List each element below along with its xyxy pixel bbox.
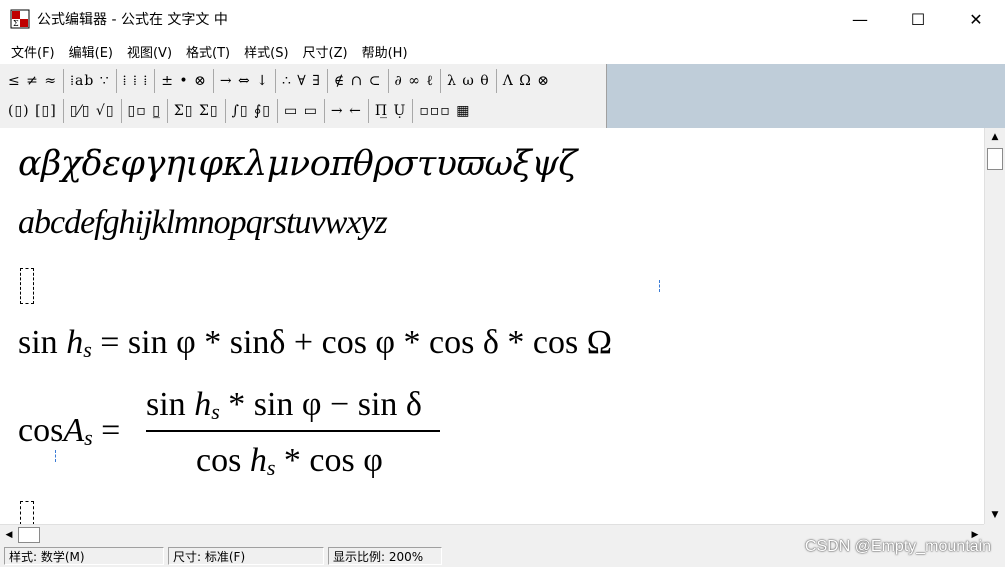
template-palette-row: (▯) [▯] ▯⁄▯ √▯ ▯▫ ▯̲ Σ▯ Σ▯ ∫▯ ∮▯ ▭ ▭ → ←… — [4, 97, 476, 125]
menu-help[interactable]: 帮助(H) — [355, 42, 415, 61]
greek-letters-line[interactable]: αβχδεφγηιφκλμνοπθρστυϖωξψζ — [18, 144, 577, 184]
menu-file[interactable]: 文件(F) — [4, 42, 62, 61]
eq1-right-side: = sin φ * sinδ + cos φ * cos δ * cos Ω — [100, 324, 612, 361]
window-controls: — ☐ ✕ — [831, 0, 1005, 38]
horizontal-scroll-thumb[interactable] — [18, 527, 40, 543]
fraction-radical-templates-button[interactable]: ▯⁄▯ √▯ — [62, 99, 121, 123]
empty-slot-placeholder[interactable] — [20, 268, 34, 304]
eq1-h: h — [66, 324, 84, 361]
misc-symbols-button[interactable]: ∂ ∞ ℓ — [387, 69, 441, 93]
eq2-numerator[interactable]: sin hs * sin φ − sin δ — [146, 386, 422, 425]
logical-symbols-button[interactable]: ∴ ∀ ∃ — [274, 69, 327, 93]
underbar-overbar-templates-button[interactable]: ▭ ▭ — [277, 99, 324, 123]
eq2-a: A — [63, 412, 85, 449]
maximize-button[interactable]: ☐ — [889, 0, 947, 38]
set-theory-symbols-button[interactable]: ∉ ∩ ⊂ — [326, 69, 388, 93]
latin-letters-line[interactable]: abcdefghijklmnopqrstuvwxyz — [18, 204, 388, 242]
status-size: 尺寸: 标准(F) — [168, 547, 324, 565]
app-icon[interactable]: Σ — [9, 8, 31, 30]
operator-symbols-button[interactable]: ± • ⊗ — [154, 69, 213, 93]
matrix-templates-button[interactable]: ▫▫▫ ▦ — [412, 99, 476, 123]
relational-symbols-button[interactable]: ≤ ≠ ≈ — [4, 69, 63, 93]
embellishments-button[interactable]: ⁞ ⁞ ⁞ — [115, 69, 155, 93]
scroll-up-arrow-icon[interactable]: ▲ — [985, 128, 1005, 146]
symbol-palette-row: ≤ ≠ ≈ ⁞ab ∵ ⁞ ⁞ ⁞ ± • ⊗ → ⇔ ↓ ∴ ∀ ∃ ∉ ∩ … — [4, 67, 556, 95]
empty-slot-placeholder[interactable] — [20, 501, 34, 524]
scroll-left-arrow-icon[interactable]: ◀ — [0, 525, 18, 545]
menu-bar: 文件(F) 编辑(E) 视图(V) 格式(T) 样式(S) 尺寸(Z) 帮助(H… — [0, 38, 1005, 64]
menu-style[interactable]: 样式(S) — [237, 42, 295, 61]
num-rest: * sin φ − sin δ — [228, 386, 422, 423]
toolbar-area: ≤ ≠ ≈ ⁞ab ∵ ⁞ ⁞ ⁞ ± • ⊗ → ⇔ ↓ ∴ ∀ ∃ ∉ ∩ … — [0, 64, 1005, 128]
equation-editor-canvas[interactable]: αβχδεφγηιφκλμνοπθρστυϖωξψζ abcdefghijklm… — [0, 128, 984, 524]
window-title: 公式编辑器 - 公式在 文字文 中 — [37, 12, 228, 28]
greek-lowercase-button[interactable]: λ ω θ — [440, 69, 496, 93]
status-zoom: 显示比例: 200% — [328, 547, 442, 565]
title-bar: Σ 公式编辑器 - 公式在 文字文 中 — ☐ ✕ — [0, 0, 1005, 38]
eq1-subscript-s: s — [83, 337, 92, 362]
watermark-text: CSDN @Empty_mountain — [804, 538, 991, 555]
den-cos: cos — [196, 442, 242, 479]
den-subscript-s: s — [266, 455, 276, 480]
num-subscript-s: s — [211, 399, 220, 424]
minimize-button[interactable]: — — [831, 0, 889, 38]
eq2-cos: cos — [18, 412, 64, 449]
num-sin: sin — [146, 386, 186, 423]
fence-templates-button[interactable]: (▯) [▯] — [4, 99, 63, 123]
eq2-subscript-s: s — [84, 425, 93, 450]
menu-edit[interactable]: 编辑(E) — [62, 42, 120, 61]
integral-templates-button[interactable]: ∫▯ ∮▯ — [224, 99, 277, 123]
insertion-marker — [55, 450, 56, 462]
arrow-symbols-button[interactable]: → ⇔ ↓ — [212, 69, 275, 93]
eq1-sin: sin — [18, 324, 58, 361]
fraction-bar — [146, 430, 440, 432]
spaces-ellipses-button[interactable]: ⁞ab ∵ — [63, 69, 116, 93]
menu-format[interactable]: 格式(T) — [179, 42, 237, 61]
vertical-scroll-thumb[interactable] — [987, 148, 1003, 170]
eq2-equals: = — [101, 412, 121, 449]
summation-templates-button[interactable]: Σ▯ Σ▯ — [166, 99, 225, 123]
den-rest: * cos φ — [283, 442, 383, 479]
greek-uppercase-button[interactable]: Λ Ω ⊗ — [495, 69, 556, 93]
eq2-left-side: cosAs = — [18, 412, 120, 451]
insertion-marker — [659, 280, 660, 292]
labeled-arrow-templates-button[interactable]: → ← — [323, 99, 368, 123]
svg-text:Σ: Σ — [13, 19, 19, 28]
scroll-down-arrow-icon[interactable]: ▼ — [985, 506, 1005, 524]
vertical-scrollbar[interactable]: ▲ ▼ — [984, 128, 1005, 524]
products-set-theory-templates-button[interactable]: Π̲ Ụ — [367, 99, 412, 123]
menu-size[interactable]: 尺寸(Z) — [296, 42, 355, 61]
equation-sin-hs[interactable]: sin hs = sin φ * sinδ + cos φ * cos δ * … — [18, 324, 612, 363]
num-h: h — [194, 386, 212, 423]
equation-toolbar: ≤ ≠ ≈ ⁞ab ∵ ⁞ ⁞ ⁞ ± • ⊗ → ⇔ ↓ ∴ ∀ ∃ ∉ ∩ … — [0, 64, 607, 128]
close-button[interactable]: ✕ — [947, 0, 1005, 38]
status-style: 样式: 数学(M) — [4, 547, 164, 565]
subscript-superscript-templates-button[interactable]: ▯▫ ▯̲ — [120, 99, 167, 123]
den-h: h — [249, 442, 267, 479]
menu-view[interactable]: 视图(V) — [120, 42, 179, 61]
eq2-denominator[interactable]: cos hs * cos φ — [196, 442, 383, 481]
